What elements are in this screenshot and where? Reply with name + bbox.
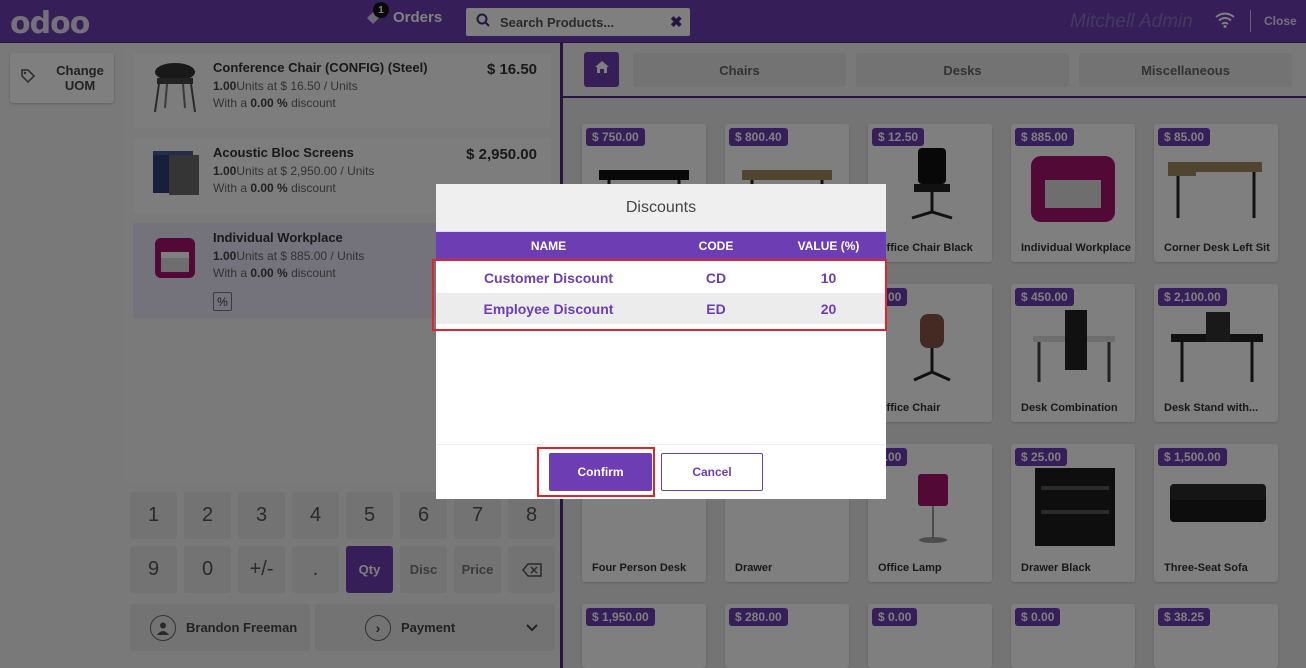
highlight-box — [432, 259, 887, 331]
cancel-button[interactable]: Cancel — [661, 453, 763, 491]
column-name: NAME — [530, 238, 567, 253]
highlight-box — [537, 447, 655, 497]
popup-title: Discounts — [436, 184, 886, 232]
column-code: CODE — [698, 238, 734, 253]
popup-footer: Confirm Cancel — [436, 444, 886, 499]
discount-table-header: NAME CODE VALUE (%) — [436, 232, 886, 259]
column-value: VALUE (%) — [797, 238, 860, 253]
discounts-popup: Discounts NAME CODE VALUE (%) Customer D… — [432, 184, 887, 499]
